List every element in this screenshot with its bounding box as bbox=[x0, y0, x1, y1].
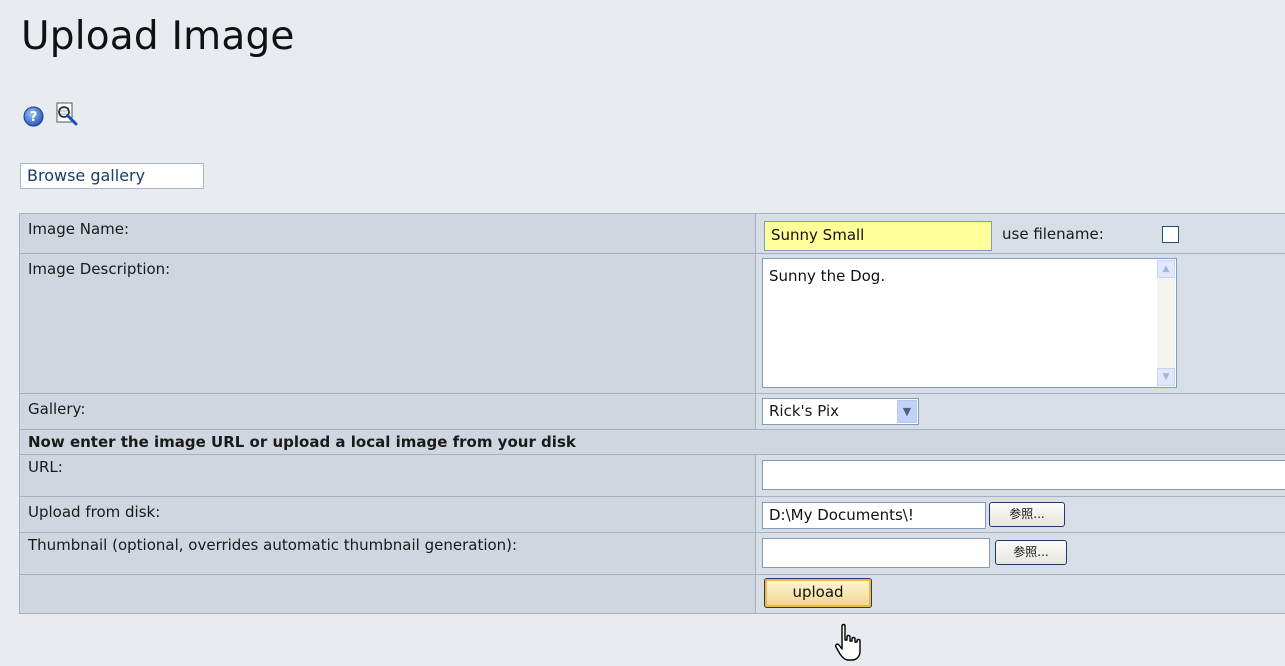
upload-form-table: Image Name: Sunny Small use filename: Im… bbox=[19, 213, 1285, 614]
upload-from-disk-input[interactable]: D:\My Documents\! bbox=[762, 502, 986, 529]
row-url: URL: bbox=[19, 454, 1285, 497]
use-filename-checkbox[interactable] bbox=[1162, 226, 1179, 243]
row-thumbnail: Thumbnail (optional, overrides automatic… bbox=[19, 532, 1285, 575]
svg-text:?: ? bbox=[30, 110, 38, 125]
thumbnail-input[interactable] bbox=[762, 538, 990, 568]
row-upload-from-disk: Upload from disk: D:\My Documents\! 参照..… bbox=[19, 496, 1285, 533]
pointer-cursor-icon bbox=[835, 623, 861, 661]
gallery-label: Gallery: bbox=[19, 393, 756, 430]
empty-label-cell bbox=[19, 574, 756, 614]
help-icon[interactable]: ? bbox=[23, 106, 44, 127]
thumbnail-label: Thumbnail (optional, overrides automatic… bbox=[19, 532, 756, 575]
upload-browse-button[interactable]: 参照... bbox=[989, 502, 1065, 527]
description-scrollbar[interactable]: ▲ ▼ bbox=[1157, 260, 1175, 386]
image-name-input[interactable]: Sunny Small bbox=[764, 221, 992, 251]
upload-from-disk-cell: D:\My Documents\! 参照... bbox=[755, 496, 1285, 533]
row-gallery: Gallery: Rick's Pix ▼ bbox=[19, 393, 1285, 430]
gallery-cell: Rick's Pix ▼ bbox=[755, 393, 1285, 430]
chevron-down-icon[interactable]: ▼ bbox=[897, 400, 917, 423]
image-description-cell: Sunny the Dog. ▲ ▼ bbox=[755, 253, 1285, 394]
url-cell bbox=[755, 454, 1285, 497]
browse-gallery-button[interactable]: Browse gallery bbox=[20, 163, 204, 189]
row-image-name: Image Name: Sunny Small use filename: bbox=[19, 213, 1285, 254]
gallery-selected-value: Rick's Pix bbox=[769, 402, 839, 420]
gallery-select[interactable]: Rick's Pix ▼ bbox=[762, 398, 919, 425]
row-section-heading: Now enter the image URL or upload a loca… bbox=[19, 429, 1285, 455]
image-name-cell: Sunny Small use filename: bbox=[755, 213, 1285, 254]
upload-button[interactable]: upload bbox=[764, 578, 872, 608]
url-input[interactable] bbox=[762, 460, 1285, 490]
section-heading: Now enter the image URL or upload a loca… bbox=[19, 429, 1285, 455]
thumbnail-browse-button[interactable]: 参照... bbox=[995, 540, 1067, 565]
upload-cell: upload bbox=[755, 574, 1285, 614]
scroll-down-icon[interactable]: ▼ bbox=[1157, 368, 1175, 386]
thumbnail-cell: 参照... bbox=[755, 532, 1285, 575]
row-image-description: Image Description: Sunny the Dog. ▲ ▼ bbox=[19, 253, 1285, 394]
use-filename-label: use filename: bbox=[1002, 225, 1104, 243]
image-description-label: Image Description: bbox=[19, 253, 756, 394]
scroll-up-icon[interactable]: ▲ bbox=[1157, 260, 1175, 278]
url-label: URL: bbox=[19, 454, 756, 497]
upload-from-disk-label: Upload from disk: bbox=[19, 496, 756, 533]
image-description-text: Sunny the Dog. bbox=[769, 267, 886, 285]
page-title: Upload Image bbox=[21, 14, 295, 59]
search-icon[interactable] bbox=[52, 100, 80, 128]
row-upload: upload bbox=[19, 574, 1285, 614]
upload-image-page: Upload Image ? Browse gallery Image Name… bbox=[0, 0, 1285, 666]
image-description-textarea[interactable]: Sunny the Dog. ▲ ▼ bbox=[762, 258, 1177, 388]
image-name-label: Image Name: bbox=[19, 213, 756, 254]
